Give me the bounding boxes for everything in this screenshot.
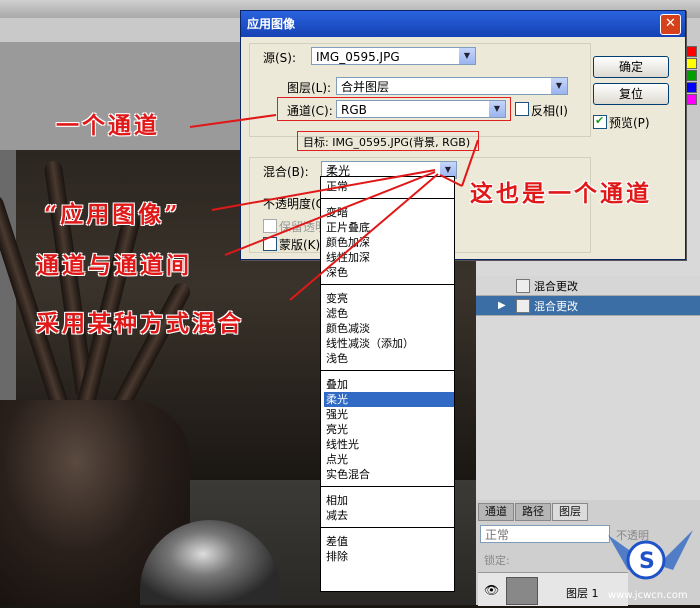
annotation-one-channel: 一个通道	[56, 112, 160, 139]
annotation-apply-image: “应用图像”	[44, 201, 181, 228]
annotation-blend-mode: 采用某种方式混合	[36, 310, 244, 337]
annotation-lines	[189, 114, 479, 301]
annotation-also-channel: 这也是一个通道	[470, 180, 652, 207]
annotation-between-channels: 通道与通道间	[36, 252, 192, 279]
